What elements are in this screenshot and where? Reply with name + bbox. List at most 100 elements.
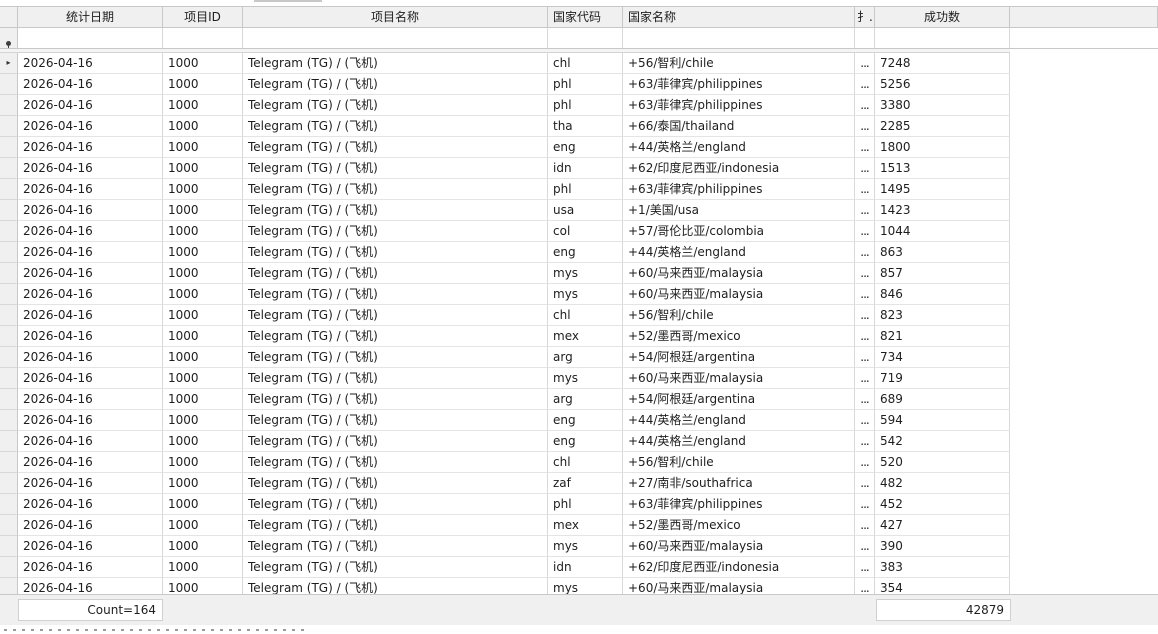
- column-header-project-name[interactable]: 项目名称: [243, 7, 548, 27]
- filter-cell-project-name[interactable]: [243, 28, 548, 48]
- cell-country-name[interactable]: +44/英格兰/england: [623, 242, 855, 263]
- row-indicator[interactable]: [0, 116, 18, 137]
- cell-country-code[interactable]: mys: [548, 536, 623, 557]
- cell-success-count[interactable]: 857: [875, 263, 1010, 284]
- cell-country-code[interactable]: col: [548, 221, 623, 242]
- cell-project-id[interactable]: 1000: [163, 473, 243, 494]
- cell-project-name[interactable]: Telegram (TG) / (飞机): [243, 389, 548, 410]
- cell-project-id[interactable]: 1000: [163, 347, 243, 368]
- row-indicator[interactable]: [0, 452, 18, 473]
- cell-country-name[interactable]: +1/美国/usa: [623, 200, 855, 221]
- cell-country-code[interactable]: idn: [548, 557, 623, 578]
- column-header-country-name[interactable]: 国家名称: [623, 7, 855, 27]
- cell-project-id[interactable]: 1000: [163, 53, 243, 74]
- cell-country-name[interactable]: +56/智利/chile: [623, 452, 855, 473]
- cell-success-count[interactable]: 689: [875, 389, 1010, 410]
- cell-country-code[interactable]: phl: [548, 179, 623, 200]
- cell-project-name[interactable]: Telegram (TG) / (飞机): [243, 536, 548, 557]
- cell-country-code[interactable]: usa: [548, 200, 623, 221]
- cell-project-id[interactable]: 1000: [163, 116, 243, 137]
- table-row[interactable]: 2026-04-16 1000 Telegram (TG) / (飞机) mex +52…: [0, 515, 1158, 536]
- cell-success-count[interactable]: 846: [875, 284, 1010, 305]
- row-indicator[interactable]: [0, 221, 18, 242]
- cell-date[interactable]: 2026-04-16: [18, 116, 163, 137]
- cell-date[interactable]: 2026-04-16: [18, 557, 163, 578]
- cell-country-name[interactable]: +60/马来西亚/malaysia: [623, 284, 855, 305]
- cell-truncated[interactable]: ...: [855, 200, 875, 221]
- cell-country-name[interactable]: +62/印度尼西亚/indonesia: [623, 557, 855, 578]
- cell-date[interactable]: 2026-04-16: [18, 368, 163, 389]
- cell-project-name[interactable]: Telegram (TG) / (飞机): [243, 410, 548, 431]
- cell-country-code[interactable]: mys: [548, 578, 623, 594]
- cell-success-count[interactable]: 520: [875, 452, 1010, 473]
- cell-success-count[interactable]: 821: [875, 326, 1010, 347]
- cell-country-name[interactable]: +27/南非/southafrica: [623, 473, 855, 494]
- cell-country-code[interactable]: mys: [548, 368, 623, 389]
- cell-truncated[interactable]: ...: [855, 410, 875, 431]
- cell-country-name[interactable]: +63/菲律宾/philippines: [623, 95, 855, 116]
- cell-project-name[interactable]: Telegram (TG) / (飞机): [243, 263, 548, 284]
- cell-truncated[interactable]: ...: [855, 452, 875, 473]
- cell-success-count[interactable]: 452: [875, 494, 1010, 515]
- cell-date[interactable]: 2026-04-16: [18, 305, 163, 326]
- row-indicator[interactable]: [0, 95, 18, 116]
- cell-date[interactable]: 2026-04-16: [18, 452, 163, 473]
- cell-date[interactable]: 2026-04-16: [18, 242, 163, 263]
- cell-project-name[interactable]: Telegram (TG) / (飞机): [243, 494, 548, 515]
- cell-truncated[interactable]: ...: [855, 578, 875, 594]
- cell-project-id[interactable]: 1000: [163, 410, 243, 431]
- cell-truncated[interactable]: ...: [855, 263, 875, 284]
- filter-cell-success-count[interactable]: [875, 28, 1010, 48]
- table-row[interactable]: 2026-04-16 1000 Telegram (TG) / (飞机) mys +60…: [0, 284, 1158, 305]
- table-row[interactable]: 2026-04-16 1000 Telegram (TG) / (飞机) mys +60…: [0, 578, 1158, 594]
- column-header-project-id[interactable]: 项目ID: [163, 7, 243, 27]
- cell-success-count[interactable]: 2285: [875, 116, 1010, 137]
- row-indicator[interactable]: [0, 494, 18, 515]
- cell-country-code[interactable]: mys: [548, 284, 623, 305]
- cell-project-name[interactable]: Telegram (TG) / (飞机): [243, 242, 548, 263]
- cell-success-count[interactable]: 863: [875, 242, 1010, 263]
- row-indicator[interactable]: [0, 137, 18, 158]
- cell-success-count[interactable]: 1423: [875, 200, 1010, 221]
- cell-project-id[interactable]: 1000: [163, 221, 243, 242]
- cell-project-id[interactable]: 1000: [163, 557, 243, 578]
- cell-project-name[interactable]: Telegram (TG) / (飞机): [243, 95, 548, 116]
- cell-success-count[interactable]: 390: [875, 536, 1010, 557]
- cell-date[interactable]: 2026-04-16: [18, 473, 163, 494]
- table-row[interactable]: 2026-04-16 1000 Telegram (TG) / (飞机) eng +44…: [0, 431, 1158, 452]
- column-header-country-code[interactable]: 国家代码: [548, 7, 623, 27]
- cell-project-id[interactable]: 1000: [163, 305, 243, 326]
- row-indicator[interactable]: [0, 389, 18, 410]
- cell-truncated[interactable]: ...: [855, 53, 875, 74]
- cell-truncated[interactable]: ...: [855, 95, 875, 116]
- filter-cell-country-name[interactable]: [623, 28, 855, 48]
- cell-project-id[interactable]: 1000: [163, 158, 243, 179]
- table-row[interactable]: 2026-04-16 1000 Telegram (TG) / (飞机) eng +44…: [0, 137, 1158, 158]
- cell-project-id[interactable]: 1000: [163, 200, 243, 221]
- cell-date[interactable]: 2026-04-16: [18, 326, 163, 347]
- table-row[interactable]: 2026-04-16 1000 Telegram (TG) / (飞机) mys +60…: [0, 263, 1158, 284]
- cell-success-count[interactable]: 1513: [875, 158, 1010, 179]
- cell-project-name[interactable]: Telegram (TG) / (飞机): [243, 305, 548, 326]
- cell-project-name[interactable]: Telegram (TG) / (飞机): [243, 368, 548, 389]
- cell-truncated[interactable]: ...: [855, 221, 875, 242]
- cell-success-count[interactable]: 383: [875, 557, 1010, 578]
- cell-success-count[interactable]: 354: [875, 578, 1010, 594]
- table-row[interactable]: 2026-04-16 1000 Telegram (TG) / (飞机) phl +63…: [0, 95, 1158, 116]
- row-pointer-icon[interactable]: ▸: [0, 53, 18, 74]
- cell-country-code[interactable]: arg: [548, 389, 623, 410]
- cell-country-code[interactable]: eng: [548, 137, 623, 158]
- cell-country-name[interactable]: +62/印度尼西亚/indonesia: [623, 158, 855, 179]
- cell-country-code[interactable]: phl: [548, 494, 623, 515]
- table-row[interactable]: 2026-04-16 1000 Telegram (TG) / (飞机) mys +60…: [0, 368, 1158, 389]
- row-indicator[interactable]: [0, 200, 18, 221]
- cell-country-code[interactable]: chl: [548, 452, 623, 473]
- cell-project-name[interactable]: Telegram (TG) / (飞机): [243, 431, 548, 452]
- cell-country-code[interactable]: tha: [548, 116, 623, 137]
- cell-country-name[interactable]: +60/马来西亚/malaysia: [623, 578, 855, 594]
- cell-country-name[interactable]: +44/英格兰/england: [623, 410, 855, 431]
- cell-date[interactable]: 2026-04-16: [18, 389, 163, 410]
- cell-truncated[interactable]: ...: [855, 389, 875, 410]
- filter-cell-truncated[interactable]: [855, 28, 875, 48]
- cell-project-id[interactable]: 1000: [163, 494, 243, 515]
